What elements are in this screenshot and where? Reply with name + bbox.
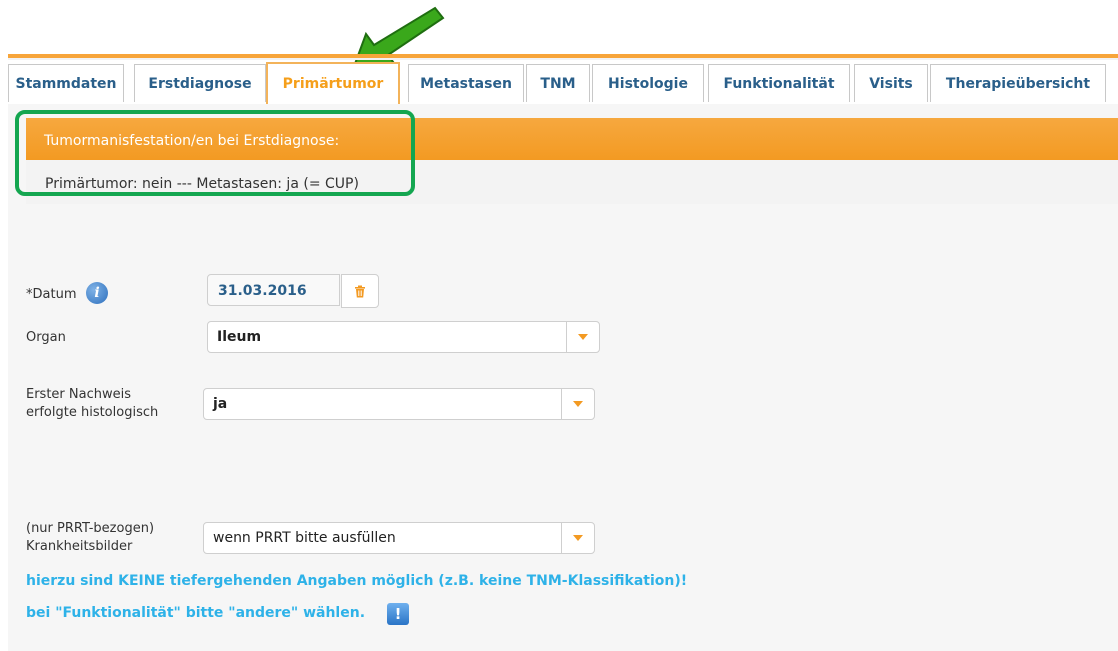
datum-field[interactable]: 31.03.2016 [207,274,340,306]
nachweis-select[interactable]: ja [203,388,595,420]
organ-select[interactable]: Ileum [207,321,600,353]
chevron-down-icon[interactable] [561,389,594,419]
tab-funktionalitaet[interactable]: Funktionalität [708,64,850,102]
chevron-down-icon[interactable] [561,523,594,553]
krankheitsbilder-value: wenn PRRT bitte ausfüllen [213,530,396,546]
exclamation-icon: ! [387,603,409,625]
tab-primaertumor[interactable]: Primärtumor [266,62,400,104]
tab-therapieuebersicht[interactable]: Therapieübersicht [930,64,1106,102]
organ-label: Organ [26,330,66,345]
tab-stammdaten[interactable]: Stammdaten [8,64,124,102]
nachweis-label-line1: Erster Nachweis [26,387,131,402]
note-funktionalitaet: bei "Funktionalität" bitte "andere" wähl… [26,605,366,621]
prrt-label-line1: (nur PRRT-bezogen) [26,521,155,536]
nachweis-label-line2: erfolgte histologisch [26,405,159,420]
tab-histologie[interactable]: Histologie [592,64,704,102]
nachweis-label: Erster Nachweis erfolgte histologisch [26,386,158,422]
annotation-highlight-box [15,110,415,196]
tab-erstdiagnose[interactable]: Erstdiagnose [134,64,266,102]
clear-date-button[interactable] [341,274,379,308]
tab-tnm[interactable]: TNM [526,64,590,102]
trash-icon [355,285,365,297]
tab-visits[interactable]: Visits [854,64,928,102]
info-icon[interactable]: i [86,282,108,304]
nachweis-value: ja [213,396,228,412]
tab-metastasen[interactable]: Metastasen [408,64,524,102]
krankheitsbilder-select[interactable]: wenn PRRT bitte ausfüllen [203,522,595,554]
prrt-label: (nur PRRT-bezogen) Krankheitsbilder [26,520,154,556]
chevron-down-icon[interactable] [566,322,599,352]
note-no-details: hierzu sind KEINE tiefergehenden Angaben… [26,573,688,589]
datum-label: *Datum [26,287,77,302]
organ-value: Ileum [217,329,262,345]
tab-bar: Stammdaten Erstdiagnose Primärtumor Meta… [8,62,1118,106]
top-divider [8,58,1118,60]
prrt-label-line2: Krankheitsbilder [26,539,133,554]
